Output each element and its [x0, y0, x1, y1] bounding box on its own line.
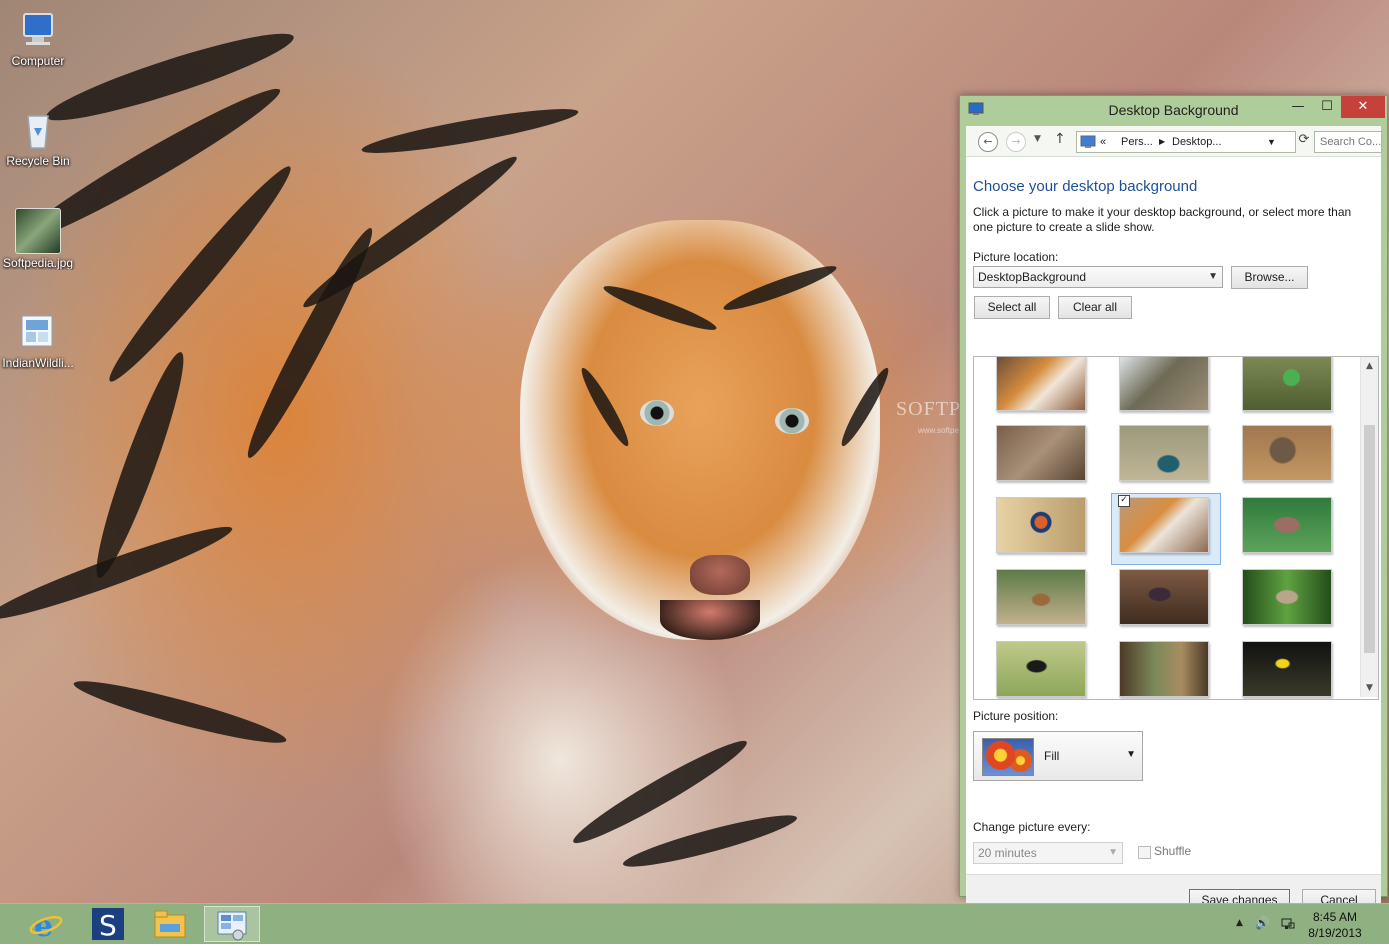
volume-icon[interactable]: 🔊: [1255, 916, 1270, 930]
picture-position-label: Picture position:: [973, 709, 1059, 723]
thumbnail-tiger[interactable]: [996, 357, 1086, 411]
clock-time: 8:45 AM: [1312, 910, 1358, 924]
change-picture-interval-dropdown[interactable]: 20 minutes ▼: [973, 842, 1123, 864]
wallpaper-gallery[interactable]: ✓ ▲ ▼: [973, 356, 1379, 700]
thumbnail-waterhen[interactable]: [1119, 569, 1209, 625]
thumbnail-dove[interactable]: [1242, 497, 1332, 553]
shuffle-label: Shuffle: [1154, 844, 1192, 858]
page-heading: Choose your desktop background: [973, 178, 1198, 195]
up-arrow-icon[interactable]: ↑: [1054, 131, 1066, 147]
desktop-background-window: Desktop Background — ☐ ✕ ← → ▼ ↑ « Pers.…: [959, 95, 1388, 921]
minimize-button[interactable]: —: [1283, 96, 1313, 118]
thumbnail-spotted-owlet[interactable]: [1242, 569, 1332, 625]
desktop-icon-label: Softpedia.jpg: [2, 256, 74, 270]
chevron-down-icon: ▼: [1108, 847, 1118, 858]
maximize-button[interactable]: ☐: [1313, 96, 1341, 118]
desktop-icon-label: Computer: [11, 54, 65, 68]
recycle-bin-icon: [16, 108, 60, 152]
picture-position-dropdown[interactable]: Fill ▼: [973, 731, 1143, 781]
scroll-down-icon[interactable]: ▼: [1361, 683, 1378, 693]
address-bar[interactable]: « Pers... ▶ Desktop... ▼: [1076, 131, 1296, 153]
page-description: Click a picture to make it your desktop …: [973, 205, 1352, 234]
thumbnail-bird-on-branch[interactable]: [996, 497, 1086, 553]
softpedia-s-icon: S: [92, 908, 124, 942]
navigation-bar: ← → ▼ ↑ « Pers... ▶ Desktop... ▼ ⟳ Searc…: [966, 126, 1382, 157]
forward-arrow-icon[interactable]: →: [1006, 132, 1026, 152]
desktop-icon-softpedia-jpg[interactable]: Softpedia.jpg: [0, 208, 76, 270]
thumbnail-bee-eater[interactable]: [1242, 357, 1332, 411]
desktop-icon-recycle-bin[interactable]: Recycle Bin: [0, 108, 76, 168]
thumbnail-black-bird[interactable]: [996, 641, 1086, 697]
thumbnail-deer[interactable]: [996, 425, 1086, 481]
desktop-icon-computer[interactable]: Computer: [0, 8, 76, 68]
desktop-icon-label: IndianWildli...: [2, 356, 74, 370]
scrollbar-thumb[interactable]: [1364, 425, 1375, 653]
shuffle-checkbox[interactable]: [1138, 846, 1151, 859]
fill-preview-icon: [982, 738, 1034, 776]
picture-location-dropdown[interactable]: DesktopBackground ▼: [973, 266, 1223, 288]
breadcrumb-desktop-background[interactable]: Desktop...: [1172, 132, 1222, 152]
picture-location-value: DesktopBackground: [978, 270, 1087, 284]
thumbnail-spotted-deer[interactable]: [996, 569, 1086, 625]
breadcrumb-personalization[interactable]: Pers...: [1121, 132, 1153, 152]
picture-position-value: Fill: [1044, 749, 1060, 763]
recent-locations-chevron-icon[interactable]: ▼: [1034, 134, 1041, 144]
clock-date: 8/19/2013: [1308, 926, 1362, 940]
change-picture-label: Change picture every:: [973, 820, 1091, 834]
breadcrumb-overflow[interactable]: «: [1100, 132, 1106, 152]
tiger-eye-left: [640, 400, 674, 426]
address-dropdown-icon[interactable]: ▼: [1267, 132, 1276, 152]
control-panel-icon: [1080, 135, 1096, 156]
gallery-scrollbar[interactable]: ▲ ▼: [1360, 357, 1378, 697]
tiger-mouth: [660, 600, 760, 640]
select-all-button[interactable]: Select all: [974, 296, 1050, 319]
scroll-up-icon[interactable]: ▲: [1361, 361, 1378, 371]
tiger-eye-right: [775, 408, 809, 434]
thumbnail-monkey[interactable]: [1119, 357, 1209, 411]
taskbar-file-explorer[interactable]: [142, 906, 198, 942]
svg-text:S: S: [99, 909, 117, 942]
desktop-icon-label: Recycle Bin: [6, 154, 70, 168]
refresh-icon[interactable]: ⟳: [1296, 132, 1312, 150]
thumbnail-peacock[interactable]: [1119, 425, 1209, 481]
chevron-down-icon: ▼: [1126, 749, 1136, 760]
search-placeholder: Search Co...: [1320, 136, 1382, 148]
taskbar-control-panel[interactable]: [204, 906, 260, 942]
thumbnail-owlet[interactable]: [1242, 425, 1332, 481]
clear-all-button[interactable]: Clear all: [1058, 296, 1132, 319]
chevron-down-icon: ▼: [1208, 271, 1218, 282]
thumbnail-yellow-bird[interactable]: [1242, 641, 1332, 697]
taskbar: e S ▲ 🔊 8:45 AM 8/19/2013: [0, 903, 1389, 944]
picture-location-label: Picture location:: [973, 250, 1059, 264]
network-icon[interactable]: [1280, 916, 1296, 935]
thumbnail-tiger-walking[interactable]: [1119, 497, 1209, 553]
search-input[interactable]: Search Co...: [1314, 131, 1382, 153]
image-file-icon: [15, 208, 61, 254]
svg-text:e: e: [34, 909, 53, 942]
back-arrow-icon[interactable]: ←: [978, 132, 998, 152]
desktop-icon-theme-pack[interactable]: IndianWildli...: [0, 310, 76, 370]
show-hidden-icons-icon[interactable]: ▲: [1236, 918, 1243, 928]
tiger-nose: [690, 555, 750, 595]
interval-value: 20 minutes: [978, 846, 1037, 860]
computer-icon: [16, 8, 60, 52]
system-clock[interactable]: 8:45 AM 8/19/2013: [1305, 909, 1365, 941]
theme-pack-icon: [16, 310, 60, 354]
window-client-area: ← → ▼ ↑ « Pers... ▶ Desktop... ▼ ⟳ Searc…: [966, 126, 1382, 921]
breadcrumb-separator-icon: ▶: [1159, 137, 1166, 146]
taskbar-softpedia[interactable]: S: [80, 906, 136, 942]
control-panel-icon: [217, 911, 247, 941]
thumbnail-checkbox-checked[interactable]: ✓: [1118, 495, 1130, 507]
close-button[interactable]: ✕: [1341, 96, 1385, 118]
taskbar-internet-explorer[interactable]: e: [18, 906, 74, 944]
file-explorer-icon: [154, 910, 186, 938]
thumbnail-forest-deer[interactable]: [1119, 641, 1209, 697]
internet-explorer-icon: e: [29, 909, 63, 944]
browse-button[interactable]: Browse...: [1231, 266, 1308, 289]
title-bar[interactable]: Desktop Background — ☐ ✕: [960, 96, 1387, 124]
